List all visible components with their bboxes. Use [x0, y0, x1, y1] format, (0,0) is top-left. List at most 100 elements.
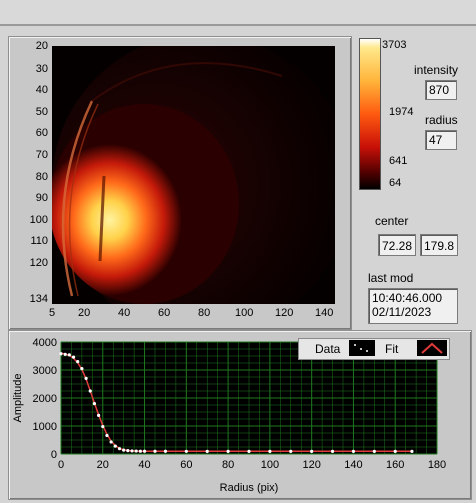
image-x-axis: 5 20 40 60 80 100 120 140	[49, 307, 342, 323]
data-point	[184, 449, 188, 453]
image-y-tick: 60	[35, 127, 48, 139]
colorbar-label-low: 641	[389, 155, 408, 167]
x-tick-label: 120	[302, 459, 320, 471]
data-point	[268, 449, 272, 453]
data-point	[163, 449, 168, 453]
legend-data-point	[360, 348, 362, 350]
colorbar-label-min: 64	[389, 177, 402, 189]
y-tick-label: 3000	[33, 365, 57, 377]
data-point	[393, 449, 397, 453]
image-y-tick: 100	[29, 214, 48, 226]
image-x-tick: 60	[158, 307, 171, 319]
image-x-tick: 80	[198, 307, 211, 319]
image-y-tick: 20	[35, 40, 48, 52]
data-point	[117, 447, 122, 451]
x-tick-label: 60	[180, 459, 192, 471]
data-point	[310, 449, 314, 453]
data-point	[80, 367, 84, 371]
y-tick-label: 4000	[33, 337, 57, 349]
x-axis-label: Radius (pix)	[220, 482, 279, 494]
data-point	[113, 444, 117, 448]
top-toolbar	[0, 0, 476, 26]
y-axis-label: Amplitude	[12, 374, 24, 423]
data-point	[142, 449, 147, 453]
x-tick-label: 40	[138, 459, 150, 471]
data-point	[153, 449, 157, 453]
data-point	[71, 355, 76, 359]
image-y-tick: 90	[35, 192, 48, 204]
image-x-tick: 140	[315, 307, 334, 319]
radius-value[interactable]: 47	[425, 130, 457, 150]
data-point	[88, 389, 92, 393]
radius-label: radius	[425, 113, 458, 127]
data-point	[63, 352, 67, 356]
legend-glyphs	[354, 342, 443, 354]
image-x-tick: 120	[275, 307, 294, 319]
x-tick-label: 0	[58, 459, 64, 471]
data-point	[351, 449, 356, 453]
data-point	[92, 402, 97, 406]
legend-data-point	[366, 350, 368, 352]
intensity-image[interactable]	[52, 46, 335, 304]
x-tick-label: 100	[261, 459, 279, 471]
legend: Data Fit	[298, 338, 450, 360]
data-point	[372, 449, 376, 453]
image-x-tick: 20	[78, 307, 91, 319]
data-point	[67, 353, 71, 357]
image-y-tick: 70	[35, 149, 48, 161]
data-point	[105, 433, 109, 438]
last-mod-date: 02/11/2023	[372, 305, 432, 319]
intensity-label: intensity	[414, 63, 459, 77]
colorbar-label-max: 3703	[382, 39, 407, 51]
data-point	[97, 413, 101, 417]
y-tick-label: 0	[51, 449, 57, 461]
y-tick-label: 2000	[33, 393, 57, 405]
data-point	[109, 440, 113, 444]
data-point	[247, 449, 251, 453]
data-point	[101, 424, 105, 429]
y-tick-label: 1000	[33, 421, 57, 433]
data-point	[122, 448, 126, 452]
data-point	[330, 449, 335, 453]
intensity-value[interactable]: 870	[425, 80, 457, 100]
image-x-tick: 40	[118, 307, 131, 319]
data-point	[289, 449, 293, 453]
data-point	[134, 449, 138, 453]
center-y-value[interactable]: 179.8	[420, 234, 458, 256]
legend-fit-line	[421, 342, 443, 354]
data-point	[59, 352, 63, 356]
x-tick-label: 160	[386, 459, 404, 471]
intensity-image-render	[52, 46, 335, 304]
image-y-tick: 120	[29, 257, 48, 269]
x-tick-label: 20	[97, 459, 109, 471]
data-point	[138, 449, 142, 453]
center-x-value[interactable]: 72.28	[378, 234, 416, 256]
legend-data-point	[354, 344, 356, 346]
colorbar-label-mid: 1974	[389, 106, 414, 118]
last-mod-time: 10:40:46.000	[372, 291, 443, 305]
image-y-axis: 20 30 40 50 60 70 80 90 100 110 120 134	[22, 40, 50, 305]
center-label: center	[375, 214, 409, 228]
image-y-tick: 50	[35, 106, 48, 118]
last-mod-value: 10:40:46.000 02/11/2023	[368, 288, 458, 324]
image-x-tick: 5	[49, 307, 56, 319]
image-y-tick: 40	[35, 84, 48, 96]
image-y-tick: 80	[35, 171, 48, 183]
x-tick-label: 80	[222, 459, 234, 471]
data-point	[126, 449, 130, 453]
image-y-tick: 110	[30, 235, 48, 247]
data-point	[130, 449, 134, 453]
x-tick-label: 180	[428, 459, 446, 471]
data-point	[76, 360, 80, 364]
data-point	[84, 376, 88, 380]
image-y-tick: 134	[29, 293, 48, 305]
data-point	[226, 449, 230, 453]
x-tick-label: 140	[344, 459, 362, 471]
legend-data-label: Data	[315, 342, 341, 356]
colorbar	[359, 38, 381, 190]
data-point	[410, 449, 414, 453]
image-y-tick: 30	[35, 63, 48, 75]
data-point	[205, 449, 209, 453]
image-x-tick: 100	[235, 307, 254, 319]
last-mod-label: last mod	[368, 271, 414, 285]
